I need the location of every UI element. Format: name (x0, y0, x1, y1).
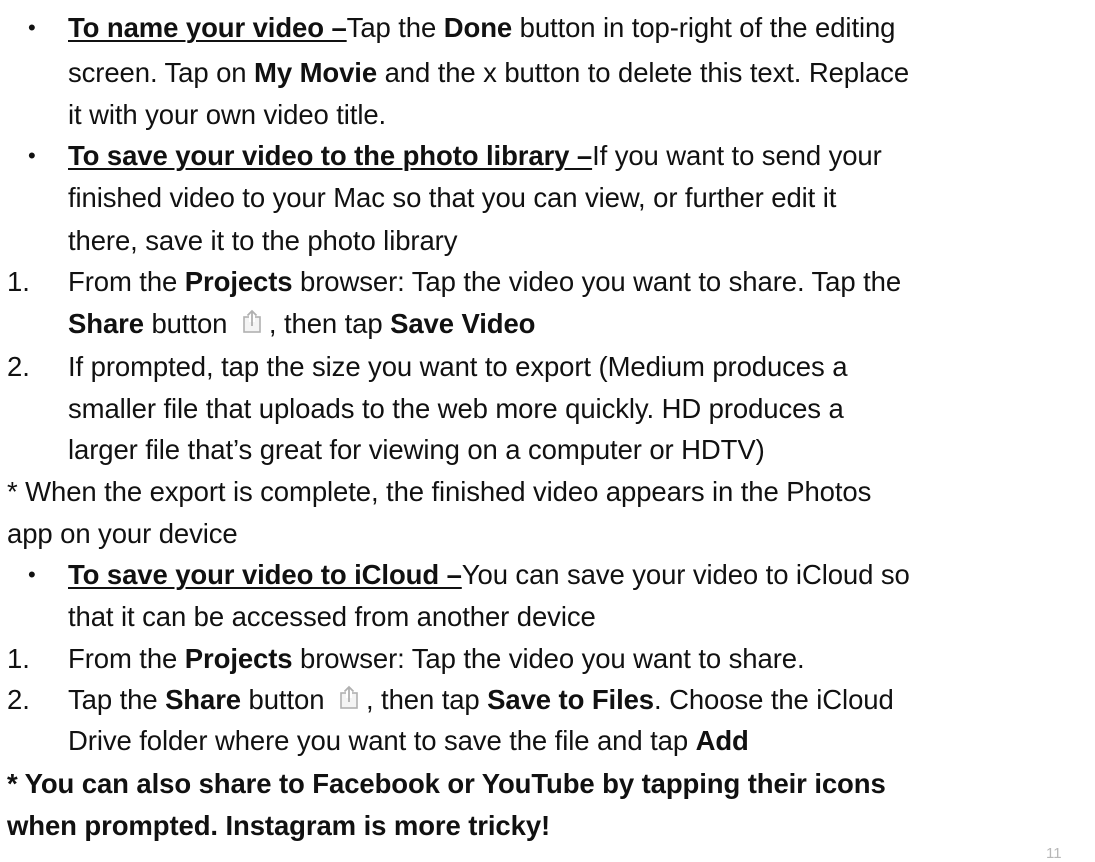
step-number: 1. (7, 266, 30, 297)
heading-icloud: To save your video to iCloud – (68, 559, 462, 590)
page-number: 11 (1046, 845, 1062, 862)
step-number: 2. (7, 351, 30, 382)
bullet-marker: • (28, 143, 36, 168)
bullet-marker: • (28, 15, 36, 40)
bullet-marker: • (28, 562, 36, 587)
share-icon (340, 685, 358, 709)
heading-name-video: To name your video – (68, 12, 347, 43)
step-number: 2. (7, 684, 30, 715)
heading-photo-library: To save your video to the photo library … (68, 140, 593, 171)
step-number: 1. (7, 643, 30, 674)
share-icon (243, 309, 261, 333)
document-page: • To name your video –Tap the Done butto… (7, 12, 1062, 862)
